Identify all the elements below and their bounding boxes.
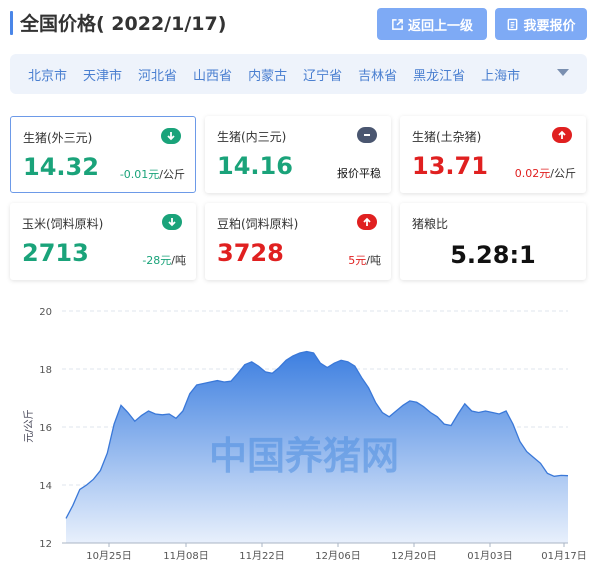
y-axis-label: 元/公斤 [23,409,35,442]
arrow-up-icon [552,127,572,143]
change-unit: /吨 [171,254,186,267]
region-tab[interactable]: 辽宁省 [303,65,342,84]
card-label: 生猪(外三元) [23,131,93,145]
change-unit: /吨 [366,254,381,267]
change-amount: -28元 [142,254,172,267]
arrow-down-icon [162,214,182,230]
region-tab[interactable]: 黑龙江省 [413,65,465,84]
y-tick-label: 20 [39,307,52,318]
price-chart: 中国养猪网 12 14 16 18 20 10月25日 11月08日 11月22日 12月06日… [0,296,600,573]
region-tab[interactable]: 河北省 [138,65,177,84]
page-title: 全国价格( 2022/1/17) [20,13,227,35]
x-tick-label: 11月22日 [239,550,284,562]
card-change: 报价平稳 [337,165,381,181]
region-tab[interactable]: 天津市 [83,65,122,84]
price-card[interactable]: 猪粮比 5.28:1 [400,203,586,280]
card-change: 0.02元/公斤 [515,165,576,181]
back-button[interactable]: 返回上一级 [377,8,487,40]
y-tick-label: 14 [39,481,52,492]
document-icon [508,18,518,30]
price-card[interactable]: 生猪(土杂猪) 13.71 0.02元/公斤 [400,116,586,193]
price-card[interactable]: 玉米(饲料原料) 2713 -28元/吨 [10,203,196,280]
region-tab[interactable]: 山西省 [193,65,232,84]
price-card[interactable]: 生猪(外三元) 14.32 -0.01元/公斤 [10,116,196,193]
x-tick-label: 12月20日 [391,550,436,562]
region-tab[interactable]: 上海市 [481,65,520,84]
price-card[interactable]: 豆粕(饲料原料) 3728 5元/吨 [205,203,391,280]
change-amount: 0.02元 [514,167,551,180]
y-tick-label: 16 [39,423,52,434]
card-change: -0.01元/公斤 [120,166,185,182]
card-change: 5元/吨 [348,252,381,268]
submit-quote-label: 我要报价 [523,18,576,34]
x-tick-label: 10月25日 [86,550,131,562]
card-value: 3728 [217,239,284,267]
card-change: -28元/吨 [142,252,186,268]
region-selector: 北京市 天津市 河北省 山西省 内蒙古 辽宁省 吉林省 黑龙江省 上海市 [10,54,587,94]
region-tab[interactable]: 吉林省 [358,65,397,84]
card-value: 5.28:1 [450,241,536,269]
change-unit: /公斤 [159,168,185,181]
header: 全国价格( 2022/1/17) 返回上一级 我要报价 [0,0,600,50]
card-label: 猪粮比 [412,217,449,231]
card-value: 13.71 [412,152,488,180]
x-tick-label: 11月08日 [163,550,208,562]
card-label: 玉米(饲料原料) [22,217,104,231]
card-value: 14.16 [217,152,293,180]
price-card[interactable]: 生猪(内三元) 14.16 报价平稳 [205,116,391,193]
external-link-icon [392,18,403,30]
y-tick-label: 12 [39,539,52,550]
card-label: 生猪(土杂猪) [412,130,482,144]
x-tick-label: 01月03日 [467,550,512,562]
watermark-text: 中国养猪网 [209,434,399,478]
card-label: 豆粕(饲料原料) [217,217,299,231]
title-accent-bar [10,11,13,35]
arrow-down-icon [161,128,181,144]
back-button-label: 返回上一级 [407,18,473,34]
card-value: 14.32 [23,153,99,181]
price-area-chart: 中国养猪网 12 14 16 18 20 10月25日 11月08日 11月22日 12月06日… [23,307,587,562]
chevron-down-icon[interactable] [557,69,569,76]
change-amount: 5元 [348,254,367,267]
x-tick-label: 12月06日 [315,550,360,562]
card-label: 生猪(内三元) [217,130,287,144]
region-tab[interactable]: 内蒙古 [248,65,287,84]
region-tab[interactable]: 北京市 [28,65,67,84]
minus-icon [357,127,377,143]
y-tick-label: 18 [39,365,52,376]
arrow-up-icon [357,214,377,230]
change-unit: /公斤 [550,167,576,180]
card-value: 2713 [22,239,89,267]
change-amount: 报价平稳 [337,167,381,180]
submit-quote-button[interactable]: 我要报价 [495,8,587,40]
change-amount: -0.01元 [119,168,160,181]
x-tick-label: 01月17日 [541,550,586,562]
